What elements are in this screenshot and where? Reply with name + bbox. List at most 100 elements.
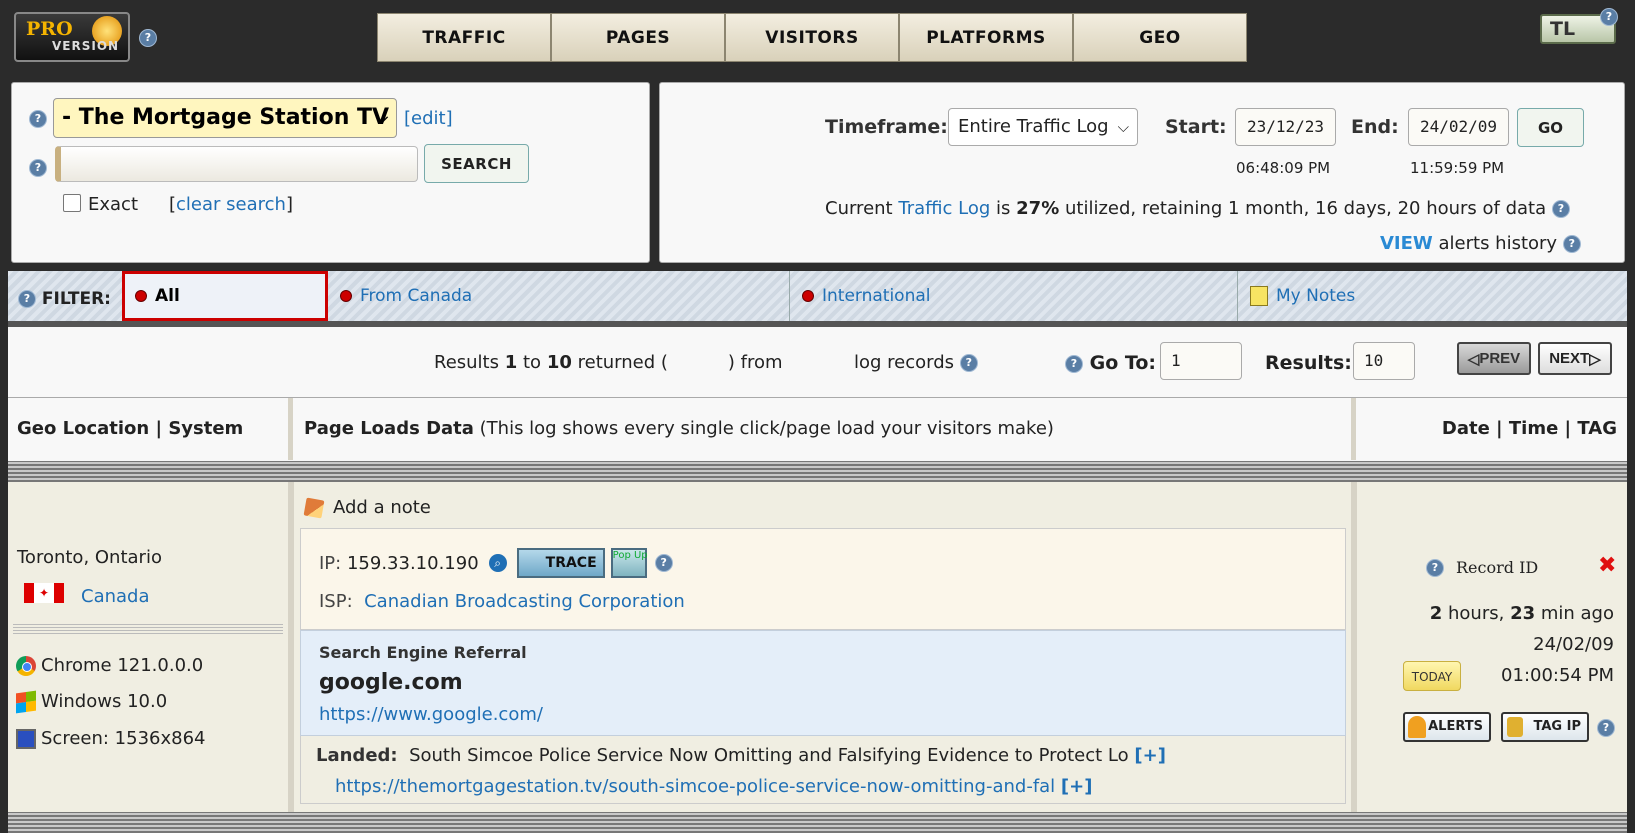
pro-help-icon[interactable]: ? [139,29,157,47]
filter-tab-international[interactable]: International [792,271,1238,321]
results-per-page-input[interactable]: 10 [1353,342,1415,380]
tab-pages[interactable]: PAGES [551,13,725,62]
pro-logo-subtext: VERSION [52,39,120,53]
page-loads-title: Page Loads Data [304,418,474,439]
trace-button[interactable]: TRACE [516,548,605,578]
delete-icon[interactable]: ✖ [1598,553,1616,578]
goto-input[interactable]: 1 [1160,342,1242,380]
go-button[interactable]: GO [1517,108,1584,147]
add-note-label: Add a note [333,497,431,518]
next-button[interactable]: NEXT ▷ [1538,342,1612,375]
landed-line: Landed: South Simcoe Police Service Now … [316,745,1166,766]
prev-button[interactable]: ◁ PREV [1457,342,1531,375]
timeframe-select[interactable]: Entire Traffic Log ⌵ [948,108,1138,146]
notepad-icon [1250,286,1268,306]
screen-line: Screen: 1536x864 [16,728,206,749]
isp-link[interactable]: Canadian Broadcasting Corporation [364,591,685,612]
ip-info-box [300,528,1346,630]
time-ago: 2 hours, 23 min ago [1430,603,1614,624]
referral-url-link[interactable]: https://www.google.com/ [319,704,543,725]
tab-visitors[interactable]: VISITORS [725,13,899,62]
alerts-help-icon[interactable]: ? [1562,235,1581,253]
tab-geo[interactable]: GEO [1073,13,1247,62]
screen-resolution: Screen: 1536x864 [41,728,206,749]
popup-button[interactable]: Pop Up [610,548,648,578]
util-help-icon[interactable]: ? [1551,200,1570,218]
start-label: Start: [1165,116,1227,138]
view-alerts-link[interactable]: VIEW [1380,233,1433,254]
next-label: NEXT [1549,350,1590,367]
tag-help-icon[interactable]: ? [1597,719,1615,737]
tab-traffic[interactable]: TRAFFIC [377,13,551,62]
timeframe-select-value: Entire Traffic Log [958,116,1109,137]
red-dot-icon [135,290,147,302]
filter-tab-intl-label: International [822,286,931,306]
record-time: 01:00:54 PM [1501,665,1614,686]
results-prefix: Results [434,352,499,373]
prev-label: PREV [1479,350,1521,367]
landed-url-line: https://themortgagestation.tv/south-simc… [335,776,1092,797]
filter-tab-from-canada[interactable]: From Canada [330,271,790,321]
bell-icon [1408,716,1426,738]
pencil-icon [303,497,325,518]
results-from: 1 [504,352,518,373]
utilization-text: Current Traffic Log is 27% utilized, ret… [825,198,1570,219]
ip-help-icon[interactable]: ? [654,554,673,572]
ago-hours: 2 [1429,603,1443,624]
end-time: 11:59:59 PM [1410,159,1505,177]
filter-label-text: FILTER: [41,289,111,309]
page-loads-desc: (This log shows every single click/page … [479,418,1054,439]
tab-platforms[interactable]: PLATFORMS [899,13,1073,62]
filter-help-icon[interactable]: ? [18,290,36,308]
exact-checkbox[interactable] [63,194,81,212]
next-arrow-icon: ▷ [1589,350,1601,368]
monitor-icon [16,728,36,749]
site-help-icon[interactable]: ? [29,110,47,128]
expand-title-button[interactable]: [+] [1134,745,1166,766]
clear-search-wrapper: [clear search] [169,194,293,215]
search-input[interactable] [55,146,418,182]
filter-tab-all-label: All [155,286,180,306]
timeframe-label: Timeframe: [825,116,948,138]
visitor-country-link[interactable]: Canada [81,586,150,607]
record-id: ? Record ID [1426,558,1538,577]
results-returned: returned ( [577,352,668,373]
chevron-down-icon: ⌵ [375,108,388,127]
clear-search-link[interactable]: clear search [176,194,286,215]
results-to-word: to [523,352,542,373]
search-button[interactable]: SEARCH [424,144,529,183]
start-date-input[interactable]: 23/12/23 [1235,108,1336,146]
util-suffix: utilized, retaining 1 month, 16 days, 20… [1064,198,1547,219]
expand-url-button[interactable]: [+] [1061,776,1093,797]
end-label: End: [1351,116,1399,138]
site-select[interactable]: - The Mortgage Station TV ⌵ [53,98,397,138]
filter-tab-all[interactable]: All [122,271,328,321]
header-stripe [8,461,1627,482]
start-time: 06:48:09 PM [1236,159,1331,177]
traffic-log-link[interactable]: Traffic Log [898,198,990,219]
tl-logo-text: TL [1550,18,1576,40]
edit-site-link[interactable]: [edit] [404,108,453,129]
exact-label: Exact [88,194,139,215]
site-select-value: - The Mortgage Station TV [62,105,390,130]
end-date-input[interactable]: 24/02/09 [1408,108,1509,146]
results-help-icon[interactable]: ? [959,354,978,372]
search-help-icon[interactable]: ? [29,159,47,177]
tl-help-icon[interactable]: ? [1600,8,1618,26]
landed-url-link[interactable]: https://themortgagestation.tv/south-simc… [335,776,1055,797]
os-version: Windows 10.0 [41,691,168,712]
goto-help-icon[interactable]: ? [1065,354,1083,373]
alerts-button[interactable]: ALERTS [1403,712,1491,742]
filter-tab-notes-label: My Notes [1276,286,1356,306]
tag-ip-button[interactable]: TAG IP [1501,712,1589,742]
record-help-icon[interactable]: ? [1426,558,1444,577]
tag-icon [1507,717,1523,737]
results-summary: Results 1 to 10 returned () from log rec… [434,352,978,373]
util-is: is [996,198,1011,219]
pro-version-logo[interactable]: PRO VERSION [14,12,130,62]
results-per-page-label: Results: [1265,352,1352,374]
filter-tab-my-notes[interactable]: My Notes [1240,271,1620,321]
magnifier-icon[interactable]: ⌕ [488,554,507,572]
add-note-button[interactable]: Add a note [303,497,431,518]
landed-label: Landed: [316,745,398,766]
